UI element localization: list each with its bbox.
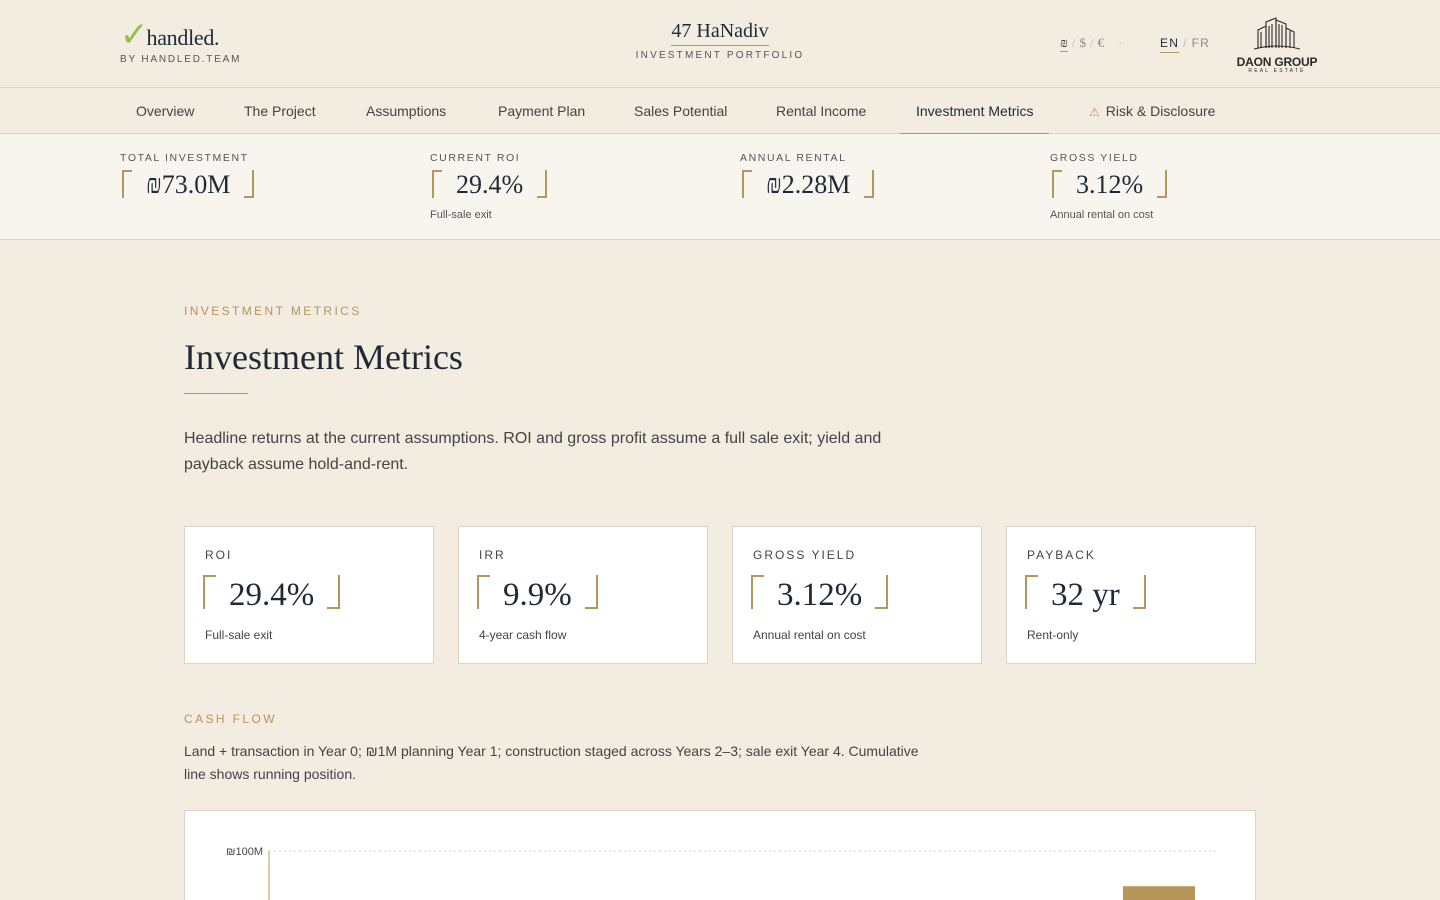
tab-investment-metrics[interactable]: Investment Metrics [900, 88, 1050, 134]
partner-sub: REAL ESTATE [1248, 68, 1306, 74]
currency-ils[interactable]: ₪ [1060, 35, 1068, 52]
currency-usd[interactable]: $ [1080, 35, 1087, 51]
cashflow-eyebrow: CASH FLOW [184, 712, 277, 726]
cashflow-description: Land + transaction in Year 0; ₪1M planni… [184, 743, 919, 782]
summary-value: ₪73.0M [120, 170, 256, 200]
daon-group-logo[interactable]: DAON GROUP REAL ESTATE [1232, 16, 1322, 74]
y-tick-label: ₪100M [226, 846, 263, 858]
tab-risk-disclosure[interactable]: ⚠ Risk & Disclosure [1089, 88, 1215, 134]
divider: / [1090, 35, 1094, 50]
bracket-left [203, 575, 216, 609]
partner-name: DAON GROUP [1236, 55, 1318, 69]
summary-value: 3.12% [1050, 170, 1169, 200]
title-underline [184, 393, 248, 394]
summary-current-roi: CURRENT ROI 29.4% Full-sale exit [430, 152, 549, 221]
checkmark-icon: ✓ [120, 15, 149, 55]
divider: / [1071, 35, 1076, 50]
bracket-right [875, 575, 889, 609]
metric-card-irr: IRR 9.9% 4-year cash flow [458, 526, 708, 664]
metric-label: PAYBACK [1027, 548, 1096, 562]
bracket-right [537, 170, 548, 198]
tab-overview[interactable]: Overview [136, 88, 194, 134]
summary-label: TOTAL INVESTMENT [120, 152, 249, 164]
logo-tagline: BY HANDLED.TEAM [120, 54, 242, 65]
summary-label: GROSS YIELD [1050, 152, 1139, 164]
logo-name: handled. [146, 25, 220, 50]
tab-payment-plan[interactable]: Payment Plan [498, 88, 585, 134]
summary-gross-yield: GROSS YIELD 3.12% Annual rental on cost [1050, 152, 1169, 221]
metric-label: IRR [479, 548, 506, 562]
bracket-left [751, 575, 764, 609]
summary-value: 29.4% [430, 170, 549, 200]
bracket-right [327, 575, 341, 609]
currency-eur[interactable]: € [1098, 35, 1105, 51]
summary-sub: Full-sale exit [430, 209, 492, 221]
metric-label: GROSS YIELD [753, 548, 857, 562]
bracket-left [742, 170, 752, 198]
bracket-left [122, 170, 132, 198]
value-text: 9.9% [503, 577, 572, 613]
language-switcher: EN / FR [1160, 36, 1210, 53]
bracket-left [1052, 170, 1062, 198]
tab-assumptions[interactable]: Assumptions [366, 88, 446, 134]
summary-bar: TOTAL INVESTMENT ₪73.0M CURRENT ROI 29.4… [0, 134, 1440, 240]
currency-switcher: ₪ / $ / € · [1060, 35, 1127, 52]
metric-value: 9.9% [475, 575, 600, 613]
metric-label: ROI [205, 548, 233, 562]
language-fr[interactable]: FR [1192, 36, 1210, 50]
bracket-right [584, 575, 598, 609]
value-text: 32 yr [1051, 577, 1120, 613]
summary-annual-rental: ANNUAL RENTAL ₪2.28M [740, 152, 876, 200]
cashflow-chart-svg: ₪100M [226, 846, 1217, 900]
cashflow-bar [1123, 886, 1195, 900]
summary-total-investment: TOTAL INVESTMENT ₪73.0M [120, 152, 256, 200]
tab-the-project[interactable]: The Project [244, 88, 316, 134]
warning-icon: ⚠ [1089, 105, 1100, 119]
tab-rental-income[interactable]: Rental Income [776, 88, 866, 134]
cashflow-chart: ₪100M [184, 810, 1256, 900]
metric-card-gross-yield: GROSS YIELD 3.12% Annual rental on cost [732, 526, 982, 664]
metric-value: 32 yr [1023, 575, 1148, 613]
language-en[interactable]: EN [1160, 36, 1180, 53]
summary-value: ₪2.28M [740, 170, 876, 200]
metric-sub: 4-year cash flow [479, 628, 567, 642]
summary-label: CURRENT ROI [430, 152, 521, 164]
summary-label: ANNUAL RENTAL [740, 152, 847, 164]
page-title: Investment Metrics [184, 337, 463, 377]
section-lead: Headline returns at the current assumpti… [184, 430, 882, 473]
bracket-right [864, 170, 875, 198]
bracket-left [477, 575, 490, 609]
bracket-right [1132, 575, 1146, 609]
metric-sub: Annual rental on cost [753, 628, 866, 642]
bracket-right [244, 170, 255, 198]
metric-card-roi: ROI 29.4% Full-sale exit [184, 526, 434, 664]
value-text: 29.4% [456, 170, 524, 199]
bracket-right [1157, 170, 1168, 198]
bracket-left [1025, 575, 1038, 609]
building-icon [1253, 17, 1301, 50]
summary-sub: Annual rental on cost [1050, 209, 1154, 221]
section-tabs: Overview The Project Assumptions Payment… [0, 88, 1440, 134]
value-text: 29.4% [229, 577, 315, 613]
tab-sales-potential[interactable]: Sales Potential [634, 88, 727, 134]
section-eyebrow: INVESTMENT METRICS [184, 304, 362, 318]
metric-card-payback: PAYBACK 32 yr Rent-only [1006, 526, 1256, 664]
tab-label: Risk & Disclosure [1105, 103, 1216, 119]
header: ✓ handled. BY HANDLED.TEAM 47 HaNadiv IN… [0, 0, 1440, 88]
value-text: ₪2.28M [766, 170, 851, 199]
metric-value: 29.4% [201, 575, 342, 613]
value-text: 3.12% [1076, 170, 1144, 199]
metric-sub: Full-sale exit [205, 628, 273, 642]
metric-sub: Rent-only [1027, 628, 1079, 642]
metric-value: 3.12% [749, 575, 890, 613]
divider: · [1118, 35, 1123, 50]
project-subtitle: INVESTMENT PORTFOLIO [635, 50, 805, 61]
divider: / [1183, 36, 1188, 50]
project-heading: 47 HaNadiv INVESTMENT PORTFOLIO [570, 20, 870, 61]
project-title: 47 HaNadiv [671, 20, 769, 46]
bracket-left [432, 170, 442, 198]
value-text: 3.12% [777, 577, 863, 613]
value-text: ₪73.0M [146, 170, 231, 199]
handled-logo[interactable]: ✓ handled. BY HANDLED.TEAM [120, 18, 241, 65]
